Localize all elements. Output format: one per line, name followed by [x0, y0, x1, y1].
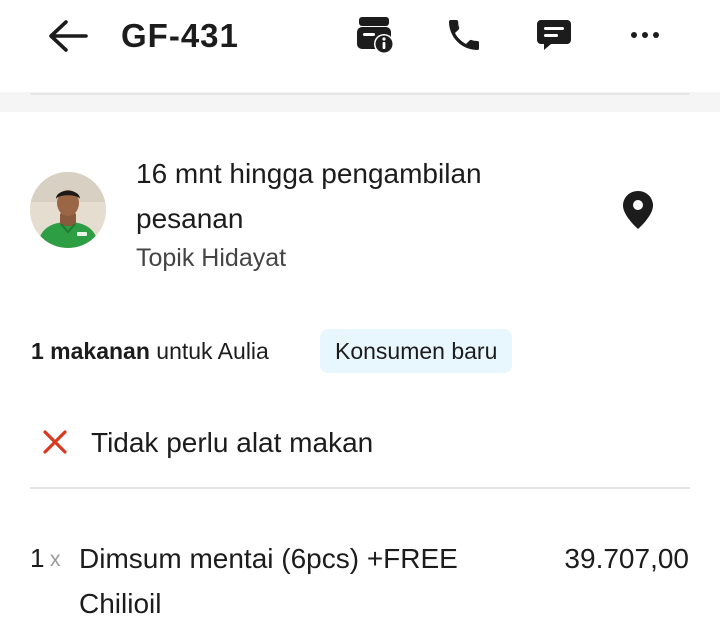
chat-icon — [537, 20, 571, 50]
more-options-button[interactable] — [622, 12, 668, 58]
order-info-icon — [357, 17, 394, 54]
cutlery-note-text: Tidak perlu alat makan — [91, 427, 374, 458]
item-count: 1 makanan — [31, 338, 150, 364]
call-button[interactable] — [441, 12, 487, 58]
item-quantity: 1 — [30, 543, 45, 573]
header-divider — [30, 93, 690, 95]
driver-photo — [30, 172, 106, 248]
order-summary: 1 makanan untuk Aulia — [31, 330, 269, 372]
pickup-eta-text: 16 mnt hingga pengambilan pesanan — [136, 158, 482, 234]
item-name: Dimsum mentai (6pcs) +FREE Chilioil — [79, 543, 458, 618]
section-separator — [0, 92, 720, 112]
app-header: GF-431 — [0, 0, 720, 92]
driver-name: Topik Hidayat — [136, 244, 287, 272]
phone-icon — [449, 20, 479, 50]
order-item-row[interactable]: 1 x Dimsum mentai (6pcs) +FREE Chilioil … — [0, 530, 720, 618]
order-info-button[interactable] — [352, 12, 398, 58]
customer-label: untuk Aulia — [156, 338, 269, 364]
back-button[interactable] — [44, 16, 90, 56]
quantity-multiplier: x — [50, 548, 61, 571]
order-id-title: GF-431 — [121, 17, 239, 54]
more-icon — [631, 32, 659, 38]
driver-avatar[interactable] — [30, 172, 106, 248]
location-button[interactable] — [618, 188, 658, 232]
items-divider — [30, 487, 690, 489]
driver-section: 16 mnt hingga pengambilan pesanan Topik … — [0, 112, 720, 292]
new-customer-badge: Konsumen baru — [320, 329, 513, 373]
cross-icon — [43, 430, 67, 454]
chat-button[interactable] — [531, 12, 577, 58]
location-pin-icon — [623, 191, 653, 229]
item-price: 39.707,00 — [564, 543, 689, 574]
back-arrow-icon — [49, 20, 88, 52]
